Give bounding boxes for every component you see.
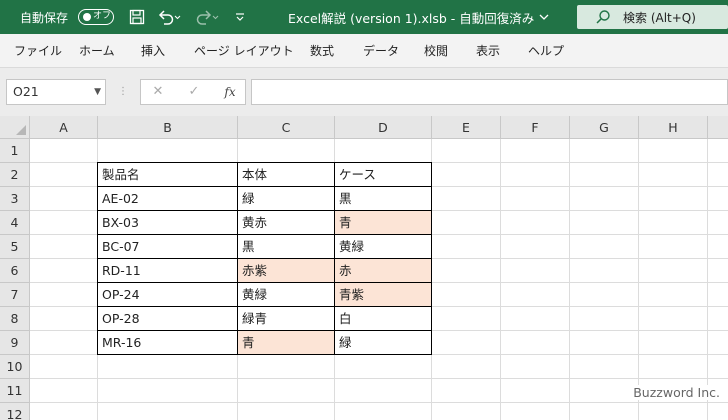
formula-buttons: ✕ ✓ fx bbox=[140, 79, 246, 105]
name-box[interactable]: O21 ▼ bbox=[6, 79, 106, 105]
table-border bbox=[97, 162, 432, 163]
cell-d4[interactable]: 青 bbox=[335, 211, 431, 234]
row-header-7[interactable]: 7 bbox=[0, 283, 30, 307]
tab-home[interactable]: ホーム bbox=[79, 34, 115, 68]
cell-b2[interactable]: 製品名 bbox=[98, 163, 237, 186]
cell-c9[interactable]: 青 bbox=[238, 331, 334, 354]
cell-b6[interactable]: RD-11 bbox=[98, 259, 237, 282]
column-header-a[interactable]: A bbox=[30, 116, 98, 139]
column-header-h[interactable]: H bbox=[639, 116, 708, 139]
cell-c5[interactable]: 黒 bbox=[238, 235, 334, 258]
name-box-value: O21 bbox=[13, 84, 39, 99]
row-header-4[interactable]: 4 bbox=[0, 211, 30, 235]
row-header-12[interactable]: 12 bbox=[0, 403, 30, 420]
enter-icon[interactable]: ✓ bbox=[181, 80, 207, 104]
cell-d8[interactable]: 白 bbox=[335, 307, 431, 330]
row-header-5[interactable]: 5 bbox=[0, 235, 30, 259]
row-header-11[interactable]: 11 bbox=[0, 379, 30, 403]
tab-review[interactable]: 校閲 bbox=[424, 34, 448, 68]
search-box[interactable]: 検索 (Alt+Q) bbox=[577, 5, 728, 29]
search-icon bbox=[596, 10, 610, 24]
formula-input[interactable] bbox=[251, 79, 728, 105]
table-border bbox=[97, 330, 432, 331]
formula-bar-area: O21 ▼ ⋮ ✕ ✓ fx bbox=[0, 68, 728, 116]
tab-insert[interactable]: 挿入 bbox=[141, 34, 165, 68]
cell-b5[interactable]: BC-07 bbox=[98, 235, 237, 258]
column-header-g[interactable]: G bbox=[570, 116, 639, 139]
tab-formulas[interactable]: 数式 bbox=[310, 34, 334, 68]
cell-c6[interactable]: 赤紫 bbox=[238, 259, 334, 282]
cell-b9[interactable]: MR-16 bbox=[98, 331, 237, 354]
tab-help[interactable]: ヘルプ bbox=[528, 34, 564, 68]
tab-file[interactable]: ファイル bbox=[14, 34, 62, 68]
column-header-i[interactable] bbox=[708, 116, 728, 139]
cell-c8[interactable]: 緑青 bbox=[238, 307, 334, 330]
table-border bbox=[97, 354, 432, 355]
gridline bbox=[30, 402, 728, 403]
cell-d9[interactable]: 緑 bbox=[335, 331, 431, 354]
autosave-state: オフ bbox=[93, 11, 112, 21]
column-header-e[interactable]: E bbox=[432, 116, 501, 139]
row-header-1[interactable]: 1 bbox=[0, 139, 30, 163]
formula-bar-grip-icon[interactable]: ⋮ bbox=[118, 79, 128, 105]
cancel-icon[interactable]: ✕ bbox=[145, 80, 171, 104]
tab-page-layout[interactable]: ページ レイアウト bbox=[194, 34, 294, 68]
table-border bbox=[97, 258, 432, 259]
row-header-10[interactable]: 10 bbox=[0, 355, 30, 379]
table-border bbox=[97, 210, 432, 211]
undo-icon[interactable] bbox=[156, 0, 182, 34]
cell-d3[interactable]: 黒 bbox=[335, 187, 431, 210]
name-box-dropdown-icon[interactable]: ▼ bbox=[94, 80, 101, 104]
autosave-label: 自動保存 bbox=[20, 10, 69, 25]
ribbon-tabs: ファイル ホーム 挿入 ページ レイアウト 数式 データ 校閲 表示 ヘルプ bbox=[0, 34, 728, 68]
cell-d5[interactable]: 黄緑 bbox=[335, 235, 431, 258]
gridline bbox=[30, 378, 728, 379]
customize-qat-icon[interactable] bbox=[233, 0, 247, 34]
search-placeholder: 検索 (Alt+Q) bbox=[623, 10, 696, 25]
table-border bbox=[97, 234, 432, 235]
redo-icon[interactable] bbox=[194, 0, 220, 34]
cell-b4[interactable]: BX-03 bbox=[98, 211, 237, 234]
column-header-f[interactable]: F bbox=[501, 116, 570, 139]
table-border bbox=[97, 306, 432, 307]
cell-c7[interactable]: 黄緑 bbox=[238, 283, 334, 306]
cell-d2[interactable]: ケース bbox=[335, 163, 431, 186]
tab-data[interactable]: データ bbox=[363, 34, 399, 68]
cell-d7[interactable]: 青紫 bbox=[335, 283, 431, 306]
row-header-9[interactable]: 9 bbox=[0, 331, 30, 355]
cell-c2[interactable]: 本体 bbox=[238, 163, 334, 186]
table-border bbox=[97, 186, 432, 187]
autosave-toggle[interactable]: オフ bbox=[78, 0, 114, 34]
row-header-8[interactable]: 8 bbox=[0, 307, 30, 331]
cell-b3[interactable]: AE-02 bbox=[98, 187, 237, 210]
title-bar: 自動保存 オフ Excel解説 (version 1).xlsb - 自動回復済… bbox=[0, 0, 728, 34]
column-header-b[interactable]: B bbox=[98, 116, 238, 139]
row-header-3[interactable]: 3 bbox=[0, 187, 30, 211]
select-all-button[interactable] bbox=[0, 116, 30, 139]
worksheet-grid[interactable]: A B C D E F G H 1 2 3 4 5 6 7 8 9 10 11 … bbox=[0, 116, 728, 420]
watermark: Buzzword Inc. bbox=[631, 385, 722, 400]
table-border bbox=[97, 282, 432, 283]
cell-b7[interactable]: OP-24 bbox=[98, 283, 237, 306]
cell-c4[interactable]: 黄赤 bbox=[238, 211, 334, 234]
column-header-d[interactable]: D bbox=[335, 116, 432, 139]
tab-view[interactable]: 表示 bbox=[476, 34, 500, 68]
save-icon[interactable] bbox=[126, 0, 148, 34]
cell-c3[interactable]: 緑 bbox=[238, 187, 334, 210]
row-header-2[interactable]: 2 bbox=[0, 163, 30, 187]
file-title[interactable]: Excel解説 (version 1).xlsb - 自動回復済み bbox=[288, 0, 550, 34]
column-header-c[interactable]: C bbox=[238, 116, 335, 139]
insert-function-icon[interactable]: fx bbox=[217, 80, 243, 104]
cell-b8[interactable]: OP-28 bbox=[98, 307, 237, 330]
cell-d6[interactable]: 赤 bbox=[335, 259, 431, 282]
row-header-6[interactable]: 6 bbox=[0, 259, 30, 283]
